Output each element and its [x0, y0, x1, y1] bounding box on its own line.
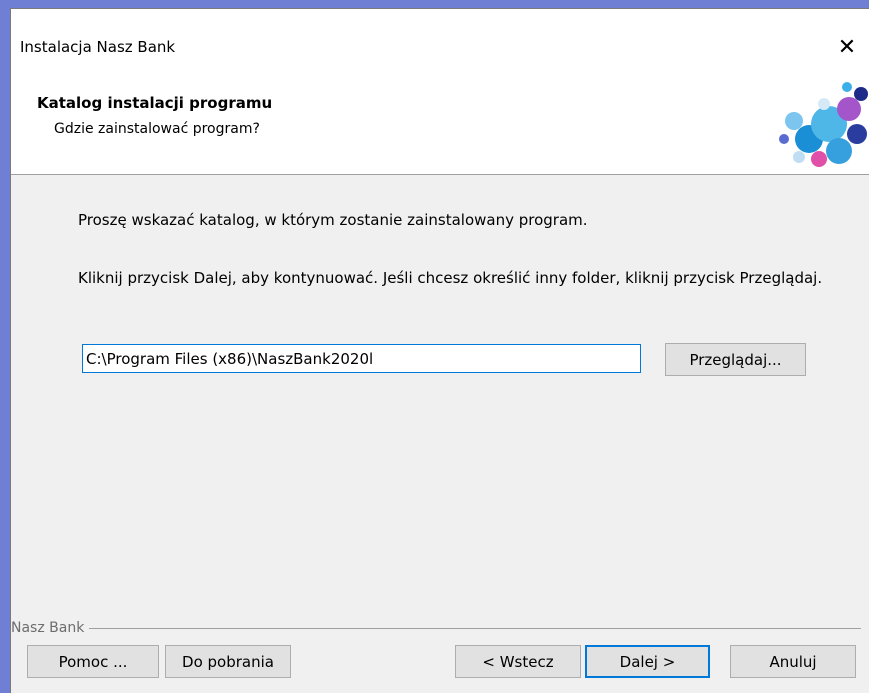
- wizard-content: Proszę wskazać katalog, w którym zostani…: [11, 175, 869, 693]
- download-button[interactable]: Do pobrania: [165, 645, 291, 678]
- install-path-input[interactable]: [82, 344, 641, 373]
- help-button[interactable]: Pomoc ...: [27, 645, 159, 678]
- browse-button[interactable]: Przeglądaj...: [665, 343, 806, 376]
- close-button[interactable]: ✕: [831, 31, 863, 63]
- separator-line: [89, 627, 861, 629]
- next-button[interactable]: Dalej >: [585, 645, 710, 678]
- group-label: Nasz Bank: [11, 620, 85, 636]
- instruction-text: Proszę wskazać katalog, w którym zostani…: [78, 211, 588, 229]
- colorful-bubbles-logo-icon: [779, 82, 868, 167]
- wizard-header: Katalog instalacji programu Gdzie zainst…: [11, 79, 869, 175]
- back-button[interactable]: < Wstecz: [455, 645, 581, 678]
- window-title: Instalacja Nasz Bank: [20, 38, 176, 56]
- close-icon: ✕: [837, 34, 857, 60]
- hint-text: Kliknij przycisk Dalej, aby kontynuować.…: [78, 269, 823, 287]
- page-subtitle: Gdzie zainstalować program?: [54, 121, 260, 137]
- footer-group-separator: Nasz Bank: [11, 620, 861, 636]
- cancel-button[interactable]: Anuluj: [730, 645, 856, 678]
- title-bar: Instalacja Nasz Bank ✕: [11, 9, 869, 79]
- page-title: Katalog instalacji programu: [37, 94, 273, 112]
- installer-dialog: Instalacja Nasz Bank ✕ Katalog instalacj…: [10, 8, 869, 693]
